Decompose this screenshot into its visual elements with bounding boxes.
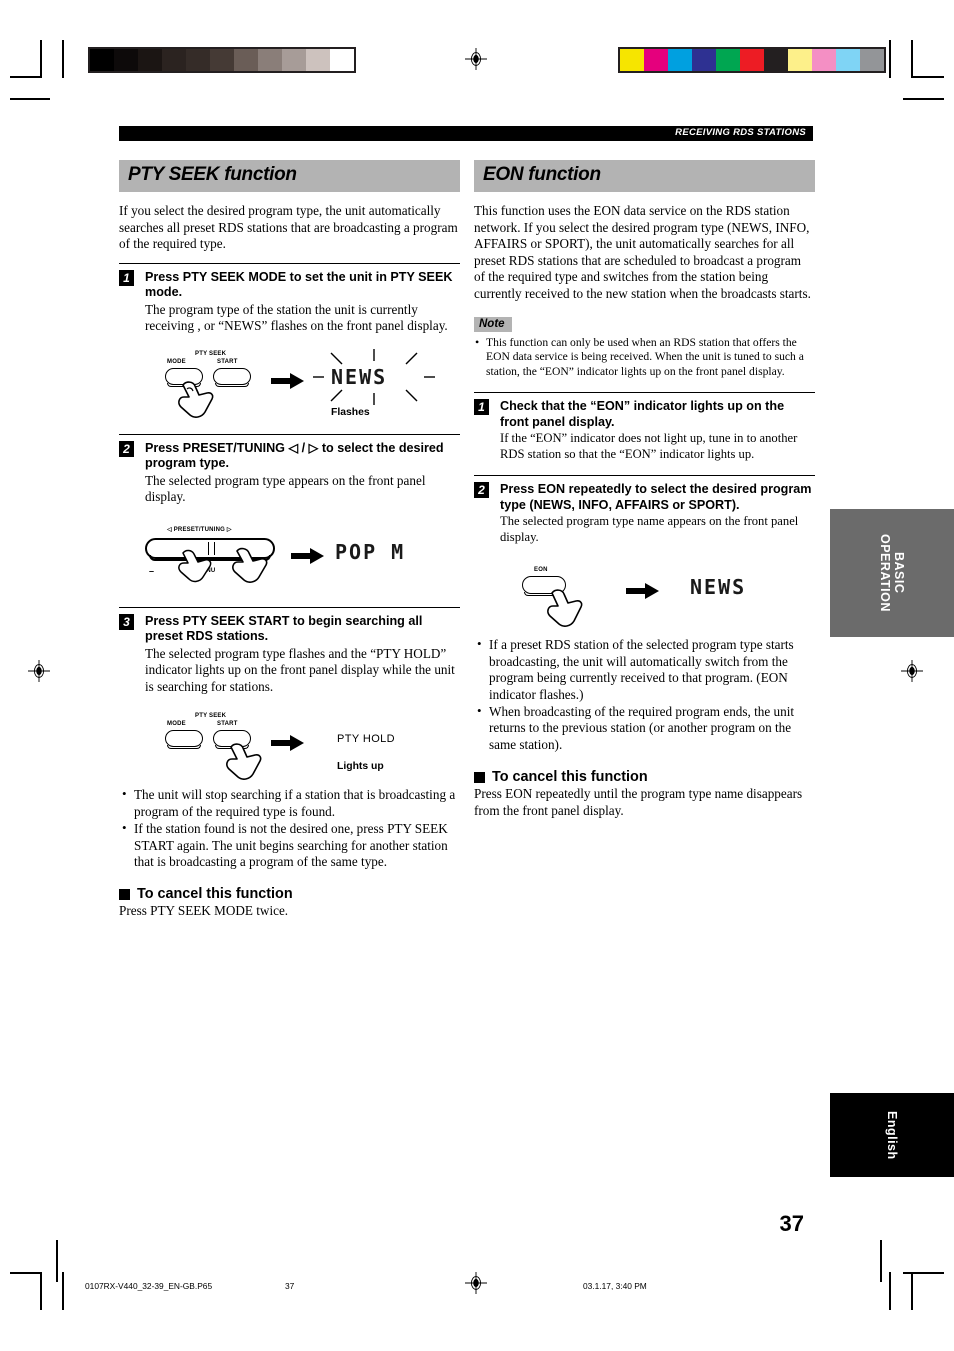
eon-step-1-heading: Check that the “EON” indicator lights up… [500, 399, 785, 429]
eon-step-2-body: The selected program type name appears o… [500, 514, 799, 544]
pty-seek-start-label-1: START [217, 358, 238, 365]
pty-seek-group-label-1: PTY SEEK [195, 350, 227, 357]
pty-step-1-figure: PTY SEEK MODE START NEWS Flashes [119, 347, 460, 425]
section-title-text: PTY SEEK function [128, 164, 297, 185]
hand-pointer-icon-3 [226, 743, 262, 781]
pty-cancel-heading: To cancel this function [119, 886, 460, 902]
eon-step-2-heading: Press EON repeatedly to select the desir… [500, 482, 812, 512]
footer-page: 37 [285, 1281, 295, 1291]
pty-seek-mode-button-3[interactable] [165, 730, 203, 750]
pty-seek-mode-label-3: MODE [167, 721, 186, 728]
lcd-caption-lights-up: Lights up [337, 761, 384, 773]
footer-filename: 0107RX-V440_32-39_EN-GB.P65 [85, 1281, 213, 1291]
eon-step-2: 2 Press EON repeatedly to select the des… [474, 475, 815, 753]
lcd-text-2: POP M [335, 539, 406, 564]
section-title-pty-seek: PTY SEEK function [119, 160, 460, 192]
pty-step-1-body: The program type of the station the unit… [145, 301, 448, 334]
pty-step-3-heading: Press PTY SEEK START to begin searching … [145, 613, 423, 644]
pty-cancel-body: Press PTY SEEK MODE twice. [119, 903, 289, 919]
pty-step-2-heading: Press PRESET/TUNING ◁ / ▷ to select the … [145, 440, 444, 471]
running-head-bar: RECEIVING RDS STATIONS [119, 126, 813, 141]
hand-pointer-icon-1 [178, 381, 214, 418]
page-number: 37 [779, 1211, 804, 1236]
list-item: If the station found is not the desired … [119, 820, 460, 870]
lcd-display-1: NEWS [309, 347, 439, 407]
lcd-text-eon: NEWS [690, 575, 747, 600]
list-item: If a preset RDS station of the selected … [474, 636, 815, 703]
pty-cancel-heading-text: To cancel this function [137, 886, 293, 903]
side-tab-english: English [830, 1093, 954, 1177]
eon-step-2-number: 2 [474, 482, 489, 499]
pty-step-3-number: 3 [119, 613, 134, 630]
square-bullet-icon [119, 888, 130, 900]
pty-seek-start-label-3: START [217, 721, 238, 728]
eon-button-label: EON [534, 567, 548, 574]
arrow-right-icon-eon [626, 583, 659, 600]
pty-seek-group-label-3: PTY SEEK [195, 713, 227, 720]
list-item: The unit will stop searching if a statio… [119, 786, 460, 820]
pty-step-3: 3 Press PTY SEEK START to begin searchin… [119, 606, 460, 871]
pty-step-2: 2 Press PRESET/TUNING ◁ / ▷ to select th… [119, 433, 460, 598]
pty-step-2-figure: ◁ PRESET/TUNING ▷ – MENU [119, 524, 460, 598]
footer-timestamp: 03.1.17, 3:40 PM [583, 1281, 647, 1291]
lcd-text-1: NEWS [331, 364, 388, 389]
right-column: EON function This function uses the EON … [474, 160, 815, 819]
eon-cancel-body: Press EON repeatedly until the program t… [474, 786, 803, 818]
eon-button-group: EON [522, 567, 622, 628]
list-item: When broadcasting of the required progra… [474, 703, 815, 753]
eon-note-block: Note This function can only be used when… [474, 313, 815, 380]
preset-tuning-left-arrow-icon: ◁ [167, 526, 172, 533]
pty-step-3-bullets: The unit will stop searching if a statio… [119, 786, 460, 870]
manual-page: RECEIVING RDS STATIONS PTY SEEK function… [0, 0, 954, 1351]
pty-hold-indicator-text: PTY HOLD [337, 733, 396, 746]
arrow-right-icon-2 [291, 547, 324, 564]
pty-step-2-number: 2 [119, 440, 134, 457]
hand-pointer-icon-2a [178, 549, 212, 582]
pty-step-2-body: The selected program type appears on the… [145, 472, 426, 505]
rocker-minus-label: – [149, 565, 155, 576]
hand-pointer-icon-2b [232, 547, 268, 583]
side-tab-basic-operation-label: BASIC OPERATION [878, 534, 906, 612]
eon-step-1-body: If the “EON” indicator does not light up… [500, 431, 798, 461]
eon-step-2-figure: EON NEWS [474, 561, 815, 633]
left-column: PTY SEEK function If you select the desi… [119, 160, 460, 920]
section-title-text-eon: EON function [483, 164, 601, 185]
eon-cancel-heading: To cancel this function [474, 769, 815, 785]
pty-step-3-figure: PTY SEEK MODE START PTY HOLD Lights up [119, 709, 460, 783]
side-tab-basic-operation: BASIC OPERATION [830, 509, 954, 637]
preset-tuning-right-arrow-icon: ▷ [226, 526, 232, 533]
eon-intro-paragraph: This function uses the EON data service … [474, 203, 811, 301]
side-tab-basic-line2: OPERATION [878, 534, 892, 612]
pty-seek-button-group-3: PTY SEEK MODE START [165, 713, 275, 781]
pty-step-1-heading: Press PTY SEEK MODE to set the unit in P… [145, 269, 453, 300]
eon-cancel-heading-text: To cancel this function [492, 769, 648, 786]
note-label: Note [474, 316, 512, 332]
eon-step-1: 1 Check that the “EON” indicator lights … [474, 392, 815, 462]
pty-step-1-number: 1 [119, 269, 134, 286]
side-tab-english-label: English [885, 1110, 899, 1160]
pty-step-3-body: The selected program type flashes and th… [145, 645, 455, 694]
eon-step-2-bullets: If a preset RDS station of the selected … [474, 636, 815, 753]
lcd-caption-flashes: Flashes [331, 406, 370, 418]
square-bullet-icon-eon [474, 771, 485, 783]
hand-pointer-icon-eon [547, 589, 583, 628]
section-title-eon: EON function [474, 160, 815, 192]
running-head-title: RECEIVING RDS STATIONS [675, 127, 806, 138]
preset-tuning-label-text: PRESET/TUNING [173, 526, 225, 533]
eon-note-bullets: This function can only be used when an R… [474, 335, 815, 380]
pty-seek-mode-label-1: MODE [167, 358, 186, 365]
pty-step-1: 1 Press PTY SEEK MODE to set the unit in… [119, 262, 460, 425]
pty-intro-paragraph: If you select the desired program type, … [119, 203, 458, 252]
list-item: This function can only be used when an R… [474, 335, 815, 380]
preset-tuning-label: ◁ PRESET/TUNING ▷ [167, 526, 232, 533]
arrow-right-icon-3 [271, 735, 304, 752]
arrow-right-icon-1 [271, 372, 304, 389]
preset-tuning-group: ◁ PRESET/TUNING ▷ – MENU [145, 526, 305, 583]
pty-seek-button-group-1: PTY SEEK MODE START [165, 350, 275, 418]
side-tab-basic-line1: BASIC [892, 552, 906, 594]
eon-step-1-number: 1 [474, 399, 489, 416]
